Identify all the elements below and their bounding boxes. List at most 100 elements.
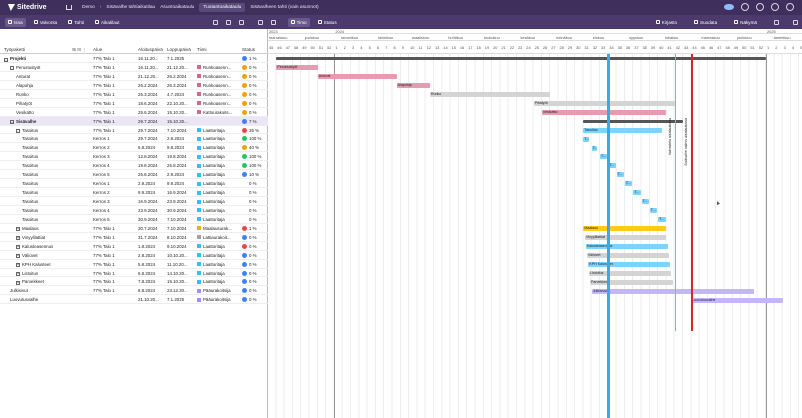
gantt-bar[interactable]: Kalusteasennus <box>585 243 669 249</box>
expand-icon[interactable]: + <box>16 263 20 268</box>
status-dot-icon[interactable] <box>242 100 247 106</box>
status-dot-icon[interactable] <box>242 190 247 195</box>
table-row[interactable]: Tasoitus Kerros 5 26.8.2024 2.9.2024 Laattor… <box>0 170 268 180</box>
breadcrumb-demo[interactable]: Demo <box>82 5 95 10</box>
header-end[interactable]: Loppupäivä <box>167 47 191 52</box>
user-avatar-icon[interactable] <box>771 3 779 11</box>
gantt-bar[interactable]: Runko <box>429 91 551 97</box>
status-dot-icon[interactable] <box>242 217 247 222</box>
table-row[interactable]: + Väliovet 77% Talo 1 2.8.2024 10.10.20... La… <box>0 251 268 260</box>
expand-icon[interactable]: + <box>16 272 20 276</box>
library-button[interactable]: Kirjasto <box>653 18 680 27</box>
gantt-bar[interactable]: Listoitus <box>589 270 672 276</box>
status-dot-icon[interactable] <box>242 252 247 258</box>
zoom-weeks-button[interactable]: Timo <box>287 17 310 27</box>
status-dot-icon[interactable] <box>242 261 247 267</box>
status-dot-icon[interactable] <box>242 64 247 70</box>
collapse-icon[interactable]: - <box>10 66 14 71</box>
status-dot-icon[interactable] <box>242 56 247 61</box>
table-row[interactable]: + Parvekkeet 77% Talo 1 7.8.2024 15.10.20...… <box>0 277 268 287</box>
tab-monitoring[interactable]: Valvonta <box>31 18 61 27</box>
tab-list[interactable]: Isna <box>5 17 26 27</box>
view-button[interactable]: Näkymä <box>731 18 760 27</box>
table-row[interactable]: Tasoitus Kerros 5 30.9.2024 7.10.2024 Laatto… <box>0 215 268 224</box>
table-row[interactable]: - Sisävalhe 77% Talo 1 29.7.2024 15.10.20...… <box>0 116 268 126</box>
status-dot-icon[interactable] <box>242 279 247 285</box>
table-row[interactable]: Anturat 77% Talo 1 21.12.20... 26.2.2024 Run… <box>0 72 268 81</box>
status-dot-icon[interactable] <box>242 154 247 160</box>
header-work-package[interactable]: Työpaketti <box>4 47 25 52</box>
home-icon[interactable] <box>66 5 72 10</box>
gantt-bar[interactable]: T... <box>591 145 598 151</box>
gantt-chart[interactable]: 2023 2024 2025 marraskuu joulukuu tammikuu he… <box>268 29 802 418</box>
fit-width-icon[interactable] <box>257 19 263 25</box>
status-dot-icon[interactable] <box>242 243 247 249</box>
expand-icon[interactable]: + <box>16 280 20 285</box>
gantt-bar[interactable]: Vesikatto <box>541 109 667 115</box>
header-status[interactable]: Status <box>242 47 255 52</box>
expand-icon[interactable]: + <box>16 254 20 259</box>
table-row[interactable]: Tasoitus Kerros 2 5.8.2024 9.8.2024 Laattori… <box>0 143 268 153</box>
breadcrumb-schedule-order[interactable]: Sisävalhe tahtiaikatilau <box>106 5 155 10</box>
status-dot-icon[interactable] <box>242 82 247 88</box>
table-row[interactable]: + Maalaus 77% Talo 1 30.7.2024 7.10.2024 Maal… <box>0 224 268 233</box>
gantt-bar[interactable]: T... <box>649 208 658 214</box>
eye-settings-icon[interactable] <box>270 19 276 25</box>
history-icon[interactable] <box>793 19 798 25</box>
calendar-icon[interactable] <box>238 19 244 25</box>
status-dot-icon[interactable] <box>242 127 247 133</box>
status-dot-icon[interactable] <box>242 181 247 186</box>
table-row[interactable]: - Projekti 77% Talo 1 16.11.20... 7.1.2025 1 … <box>0 54 268 63</box>
gantt-bar[interactable]: T... <box>641 199 649 205</box>
milestone-line[interactable] <box>691 54 693 331</box>
help-icon[interactable] <box>786 3 794 11</box>
gantt-bar[interactable]: Vinyylilattiat <box>585 235 667 240</box>
sitedrive-logo[interactable]: Sitedrive <box>8 4 60 11</box>
status-dot-icon[interactable] <box>242 73 247 79</box>
gantt-bar[interactable]: Väliovet <box>586 252 669 258</box>
document-icon[interactable] <box>212 19 218 25</box>
header-area[interactable]: Alue <box>93 47 102 52</box>
status-dot-icon[interactable] <box>242 208 247 213</box>
gantt-bar[interactable]: Maalaus <box>583 226 667 232</box>
table-row[interactable]: Tasoitus Kerros 4 19.8.2024 26.8.2024 Laatto… <box>0 161 268 171</box>
gantt-bar[interactable]: Julkisivut <box>591 288 755 294</box>
expand-icon[interactable]: + <box>16 227 20 232</box>
collapse-icon[interactable]: - <box>16 129 20 133</box>
table-row[interactable]: Vesikatto 77% Talo 1 25.6.2024 15.10.20... K… <box>0 108 268 117</box>
table-row[interactable]: Tasoitus Kerros 1 2.9.2024 9.9.2024 Laattori… <box>0 179 268 189</box>
gantt-bar[interactable]: Luovutusvalhe <box>691 297 783 303</box>
expand-icon[interactable]: + <box>16 236 20 241</box>
milestone-line[interactable] <box>674 54 677 331</box>
more-settings-icon[interactable] <box>774 19 779 25</box>
gantt-bar[interactable]: Tasoitus <box>583 127 663 133</box>
status-dot-icon[interactable] <box>242 199 247 204</box>
table-row[interactable]: - Tasoitus 77% Talo 1 29.7.2024 7.10.2024 Laa… <box>0 126 268 135</box>
expand-icon[interactable]: + <box>16 245 20 250</box>
table-row[interactable]: Tasoitus Kerros 3 12.8.2024 19.8.2024 Laatto… <box>0 152 268 162</box>
header-team[interactable]: Tiimi <box>197 47 207 52</box>
filter-button[interactable]: Suodata <box>691 18 720 27</box>
gantt-bar[interactable]: Perustustyöt <box>276 64 318 70</box>
table-row[interactable]: Luovutusvalhe 21.10.20... 7.1.2025 Pääurako… <box>0 295 268 305</box>
export-icon[interactable] <box>225 19 231 25</box>
status-dot-icon[interactable] <box>242 288 247 294</box>
table-row[interactable]: Alapohja 77% Talo 1 26.2.2024 26.3.2024 Runk… <box>0 81 268 90</box>
table-row[interactable]: Julkisivut 77% Talo 1 8.8.2024 23.12.20... P… <box>0 286 268 296</box>
breadcrumb-production-schedule[interactable]: Tuotantoaikataulu <box>199 3 246 12</box>
collapse-icon[interactable]: - <box>4 57 8 62</box>
status-dot-icon[interactable] <box>242 91 247 97</box>
column-tools-icon[interactable]: ⊞ ⊟ ⋮ <box>72 47 87 53</box>
visibility-icon[interactable] <box>724 4 734 10</box>
table-row[interactable]: Pihatyöt 77% Talo 1 18.6.2024 22.10.20... Ru… <box>0 99 268 108</box>
settings-icon[interactable] <box>756 3 764 11</box>
status-dot-icon[interactable] <box>242 118 247 124</box>
tab-takt[interactable]: Tahti <box>65 18 87 27</box>
status-dot-icon[interactable] <box>242 297 247 303</box>
table-row[interactable]: + Vinyylilattiat 77% Talo 1 31.7.2024 8.10.2… <box>0 233 268 242</box>
collapse-icon[interactable]: - <box>10 120 14 125</box>
status-dot-icon[interactable] <box>242 109 247 115</box>
status-dot-icon[interactable] <box>242 163 247 169</box>
table-row[interactable]: Tasoitus Kerros 1 29.7.2024 2.8.2024 Laattor… <box>0 134 268 144</box>
status-dot-icon[interactable] <box>242 145 247 151</box>
